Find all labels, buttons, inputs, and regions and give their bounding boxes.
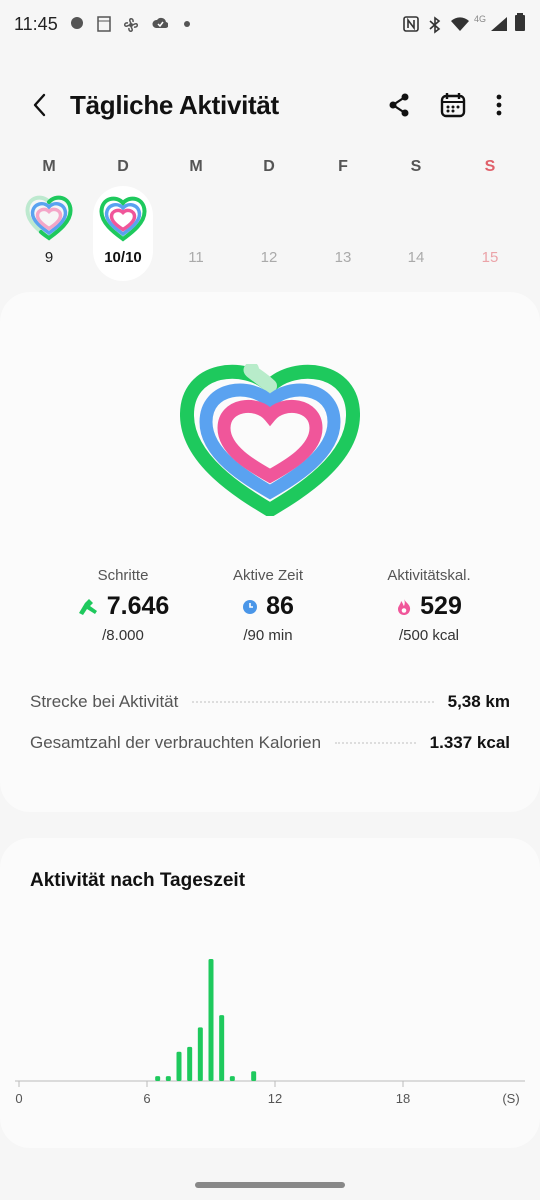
- x-unit-label: (S): [502, 1091, 519, 1106]
- week-selector: M 9 10/10 D M 11 D 12 F 13 S 14 S 15: [0, 150, 540, 285]
- battery-icon: [515, 13, 525, 31]
- signal-icon: [491, 17, 507, 31]
- page-title: Tägliche Aktivität: [70, 90, 279, 120]
- wifi-icon: [451, 17, 469, 31]
- day-wednesday-11[interactable]: M 11: [166, 150, 226, 282]
- day-label: S: [484, 158, 496, 175]
- chart-bar: [165, 1076, 171, 1081]
- day-number: 13: [334, 249, 352, 266]
- clock-icon: [243, 599, 258, 614]
- flame-icon: [398, 598, 411, 615]
- day-number: 15: [481, 249, 499, 266]
- calories-goal: /500 kcal: [398, 627, 460, 644]
- active-time-goal: /90 min: [243, 627, 293, 644]
- dotted-leader: [335, 742, 416, 744]
- detail-row-distance: Strecke bei Aktivität 5,38 km: [30, 687, 510, 717]
- app-bar: Tägliche Aktivität: [0, 78, 540, 134]
- x-tick-label: 12: [268, 1091, 282, 1106]
- chart-bar: [187, 1046, 193, 1081]
- calendar-icon[interactable]: [438, 90, 468, 120]
- day-number: 9: [44, 249, 54, 266]
- back-arrow-icon[interactable]: [26, 90, 56, 120]
- chart-bar: [251, 1071, 257, 1081]
- share-icon[interactable]: [384, 90, 414, 120]
- day-label: D: [117, 158, 129, 175]
- stat-label: Aktivitätskal.: [387, 567, 471, 584]
- chart-bar: [155, 1076, 161, 1081]
- chart-bar: [229, 1076, 235, 1081]
- chart-bar: [208, 959, 214, 1081]
- activity-summary-card: Schritte 7.646 /8.000 Aktive Zeit 86 /90…: [0, 292, 540, 812]
- network-type: 4G: [474, 14, 487, 24]
- steps-value: 7.646: [106, 592, 170, 620]
- day-number: 10/10: [104, 249, 142, 266]
- status-time: 11:45: [14, 14, 58, 34]
- mini-heart-rings-icon: [99, 196, 147, 242]
- gesture-navigation-bar[interactable]: [195, 1182, 345, 1188]
- day-friday-13[interactable]: F 13: [313, 150, 373, 282]
- activity-heart-rings: [180, 364, 360, 516]
- detail-label: Gesamtzahl der verbrauchten Kalorien: [30, 733, 322, 752]
- bluetooth-icon: [429, 16, 441, 34]
- stat-active-time: Aktive Zeit 86 /90 min: [178, 567, 358, 644]
- cloud-check-icon: [152, 17, 168, 29]
- stat-label: Aktive Zeit: [232, 567, 304, 584]
- dot-icon: [184, 21, 190, 27]
- fan-icon: [124, 18, 138, 32]
- activity-by-time-chart: 0 6 12 18 (S): [15, 959, 525, 1106]
- day-number: 12: [260, 249, 278, 266]
- dotted-leader: [192, 701, 434, 703]
- nfc-icon: [403, 16, 419, 32]
- running-shoe-icon: [78, 598, 97, 615]
- chart-bar: [176, 1051, 182, 1081]
- mini-heart-rings-icon: [25, 195, 73, 241]
- more-vert-icon[interactable]: [484, 90, 514, 120]
- day-tuesday-10-selected[interactable]: 10/10: [93, 186, 153, 281]
- x-tick-label: 18: [396, 1091, 410, 1106]
- x-tick-marks: [18, 1081, 404, 1087]
- x-tick-label: 6: [143, 1091, 150, 1106]
- detail-value: 5,38 km: [447, 692, 510, 711]
- day-sunday-15[interactable]: S 15: [460, 150, 520, 282]
- active-time-value: 86: [266, 592, 294, 620]
- day-number: 11: [188, 249, 204, 266]
- document-icon: [97, 16, 111, 32]
- chart-bar: [219, 1015, 225, 1081]
- chart-bars: [155, 959, 257, 1081]
- day-label: F: [338, 158, 348, 175]
- day-number: 14: [407, 249, 425, 266]
- detail-label: Strecke bei Aktivität: [30, 692, 179, 711]
- day-monday-9[interactable]: M 9: [19, 150, 79, 282]
- x-tick-labels: 0 6 12 18 (S): [15, 1091, 519, 1106]
- day-label: D: [263, 158, 275, 175]
- day-label: S: [410, 158, 422, 175]
- day-thursday-12[interactable]: D 12: [239, 150, 299, 282]
- status-bar: 11:45 4G: [0, 0, 540, 50]
- detail-row-total-calories: Gesamtzahl der verbrauchten Kalorien 1.3…: [30, 728, 510, 758]
- notification-app-icon: [71, 17, 83, 29]
- stat-calories: Aktivitätskal. 529 /500 kcal: [339, 567, 519, 644]
- calories-value: 529: [420, 592, 462, 620]
- chart-title: Aktivität nach Tageszeit: [30, 870, 246, 891]
- chart-bar: [197, 1027, 203, 1081]
- x-tick-label: 0: [15, 1091, 22, 1106]
- day-label: M: [189, 158, 203, 175]
- day-label: M: [42, 158, 56, 175]
- detail-value: 1.337 kcal: [429, 733, 510, 752]
- day-saturday-14[interactable]: S 14: [386, 150, 446, 282]
